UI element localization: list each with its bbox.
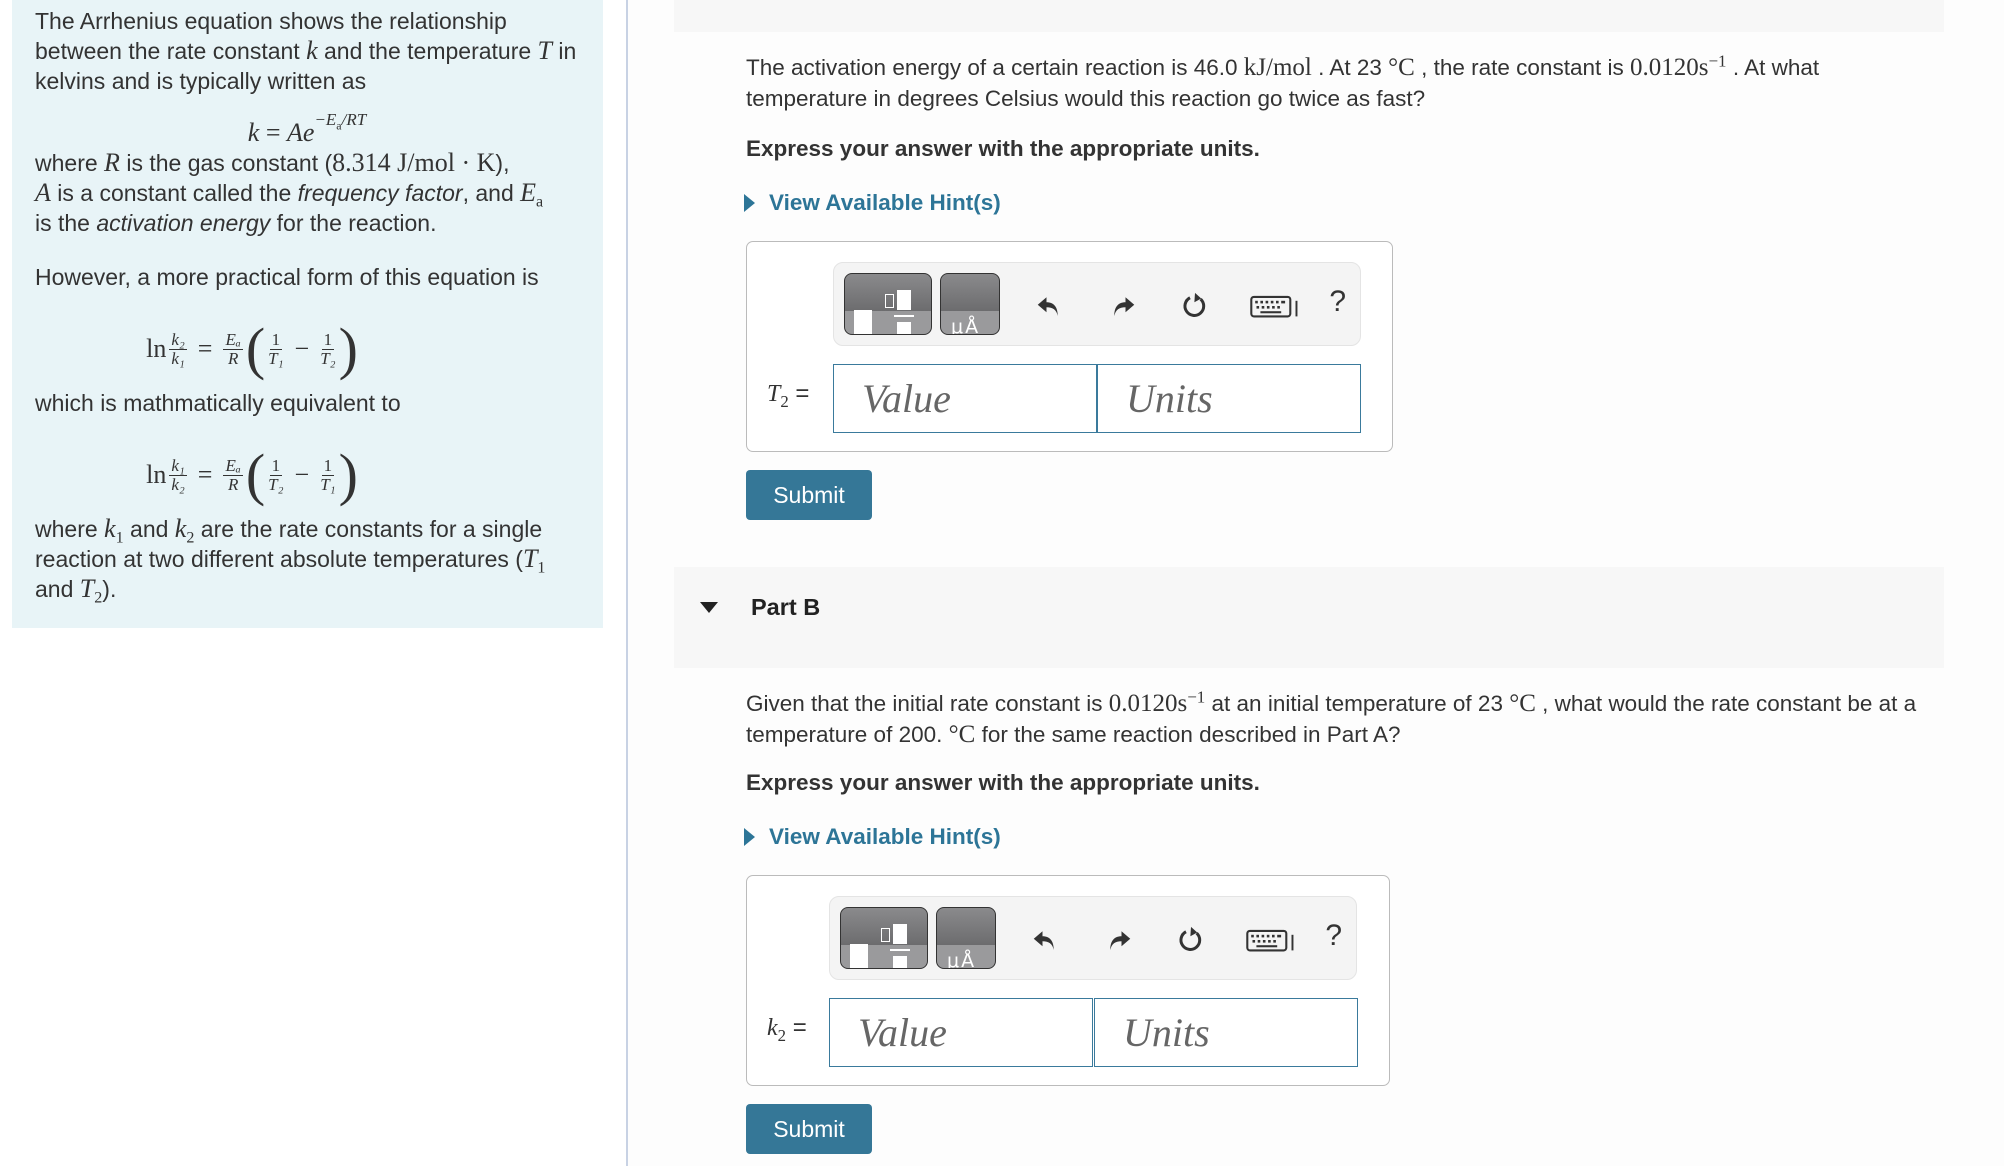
- expand-triangle-icon: [744, 828, 755, 846]
- part-b-submit-button[interactable]: Submit: [746, 1104, 872, 1154]
- help-icon[interactable]: ?: [1329, 285, 1346, 319]
- expand-triangle-icon: [744, 194, 755, 212]
- part-b-header[interactable]: [674, 567, 1944, 668]
- part-a-answer-box: μÅ ? T2 =: [746, 241, 1393, 452]
- redo-icon[interactable]: [1102, 923, 1136, 957]
- part-b-answer-box: μÅ ? k2 =: [746, 875, 1390, 1086]
- part-a-math-toolbar: μÅ ?: [833, 262, 1361, 346]
- reset-icon[interactable]: [1178, 289, 1212, 323]
- redo-icon[interactable]: [1106, 289, 1140, 323]
- part-b-question: Given that the initial rate constant is …: [746, 687, 1917, 749]
- part-a-units-input[interactable]: [1097, 364, 1361, 433]
- part-a-answer-label: T2 =: [767, 380, 810, 411]
- equation-ln-k2-k1: ln k₂ k₁ = Eₐ R ( 1 T₁ − 1 T₂ ): [146, 316, 358, 381]
- units-icon[interactable]: μÅ: [936, 907, 996, 969]
- part-b-title[interactable]: Part B: [751, 594, 820, 621]
- part-b-units-input[interactable]: [1094, 998, 1358, 1067]
- help-icon[interactable]: ?: [1325, 919, 1342, 953]
- undo-icon[interactable]: [1028, 923, 1062, 957]
- part-b-value-input[interactable]: [829, 998, 1093, 1067]
- part-a-instruction: Express your answer with the appropriate…: [746, 136, 1260, 161]
- part-a-view-hints-link[interactable]: View Available Hint(s): [744, 190, 1001, 216]
- keyboard-icon[interactable]: [1244, 923, 1300, 957]
- part-a-header-band: [674, 0, 1944, 32]
- intro-paragraph-4: which is mathmatically equivalent to: [35, 390, 401, 416]
- intro-paragraph-5: where k1 and k2 are the rate constants f…: [35, 514, 546, 607]
- keyboard-icon[interactable]: [1248, 289, 1304, 323]
- part-b-instruction: Express your answer with the appropriate…: [746, 770, 1260, 795]
- fraction-template-icon[interactable]: [844, 273, 932, 335]
- reset-icon[interactable]: [1174, 923, 1208, 957]
- intro-panel: The Arrhenius equation shows the relatio…: [12, 0, 603, 628]
- part-a-submit-button[interactable]: Submit: [746, 470, 872, 520]
- part-a-value-input[interactable]: [833, 364, 1097, 433]
- equation-ln-k1-k2: ln k₁ k₂ = Eₐ R ( 1 T₂ − 1 T₁ ): [146, 442, 358, 507]
- collapse-caret-icon[interactable]: [700, 602, 718, 613]
- intro-paragraph-2: where R is the gas constant (8.314 J/mol…: [35, 148, 544, 236]
- units-icon[interactable]: μÅ: [940, 273, 1000, 335]
- arrhenius-equation: k = Ae−Ea/RT: [247, 110, 367, 147]
- part-b-answer-label: k2 =: [767, 1014, 807, 1045]
- part-b-math-toolbar: μÅ ?: [829, 896, 1357, 980]
- intro-paragraph-3: However, a more practical form of this e…: [35, 264, 539, 290]
- part-a-question: The activation energy of a certain react…: [746, 51, 1820, 112]
- intro-paragraph-1: The Arrhenius equation shows the relatio…: [35, 8, 577, 94]
- fraction-template-icon[interactable]: [840, 907, 928, 969]
- part-b-view-hints-link[interactable]: View Available Hint(s): [744, 824, 1001, 850]
- undo-icon[interactable]: [1032, 289, 1066, 323]
